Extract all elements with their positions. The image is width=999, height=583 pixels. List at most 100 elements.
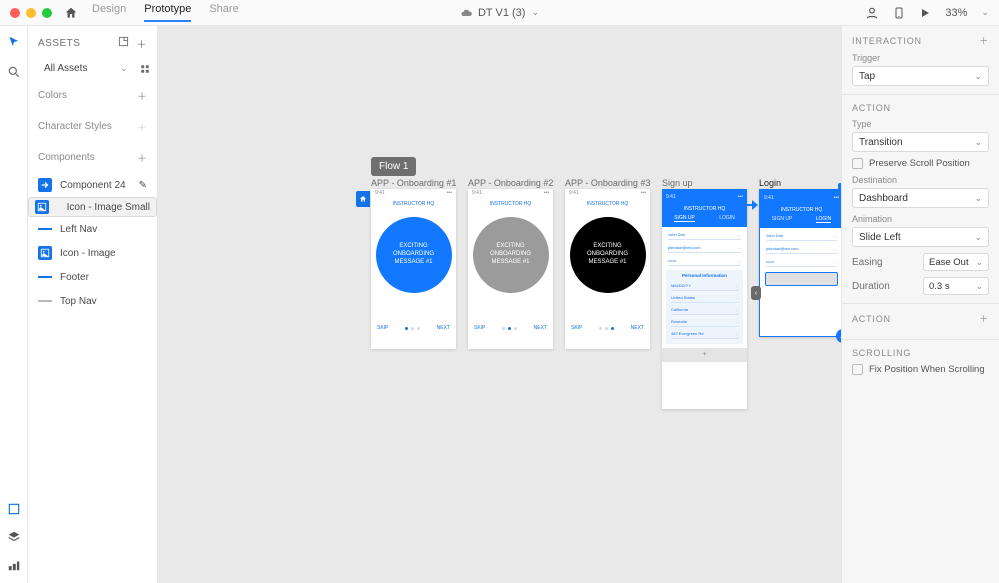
action-title: ACTION [852,103,989,113]
chevron-down-icon[interactable]: ⌄ [531,7,539,18]
artboard-onboarding-3[interactable]: 9:41••• INSTRUCTOR HQ EXCITING ONBOARDIN… [565,189,650,349]
component-label: Icon - Image Small [67,202,150,213]
animation-label: Animation [852,214,989,224]
page-dots [599,327,614,330]
colors-section[interactable]: Colors ＋ [28,80,157,111]
field-email: johndoe@dm.com— [766,244,837,254]
canvas[interactable]: Flow 1 APP - Onboarding #1 9:41••• INSTR… [158,26,841,583]
fix-position-checkbox[interactable]: Fix Position When Scrolling [852,364,989,375]
artboard-login[interactable]: ‹ › 9:41••• INSTRUCTOR HQ SIGN UPLOGIN J… [759,189,841,337]
chevron-down-icon[interactable]: ⌄ [981,7,989,18]
component-item[interactable]: Left Nav [28,217,157,241]
component-item[interactable]: Component 24 ✎ [28,173,157,197]
component-item[interactable]: Icon - Image [28,241,157,265]
home-icon[interactable] [64,6,78,20]
libraries-icon[interactable] [6,501,22,517]
tab-share[interactable]: Share [209,3,238,22]
wire-handle-icon[interactable]: → [836,329,841,343]
assets-search-input[interactable] [44,63,114,74]
document-title[interactable]: DT V1 (3) ⌄ [460,7,539,19]
charstyles-section[interactable]: Character Styles ＋ [28,111,157,142]
artboard-signup[interactable]: 9:41••• INSTRUCTOR HQ SIGN UPLOGIN John … [662,189,747,409]
component-item[interactable]: Top Nav [28,289,157,313]
edit-icon[interactable]: ✎ [139,180,147,191]
components-label: Components [38,152,95,163]
field-password: ••••••— [766,257,837,267]
layers-icon[interactable] [6,529,22,545]
interaction-title: INTERACTION [852,36,922,46]
scrolling-title: SCROLLING [852,348,989,358]
add-row-button: + [662,348,747,362]
device-preview-icon[interactable] [893,6,905,20]
auth-tabs: SIGN UPLOGIN [662,215,747,225]
component-item[interactable]: Icon - Image Small [28,197,157,217]
destination-label: Destination [852,175,989,185]
tool-rail [0,26,28,583]
login-button [766,273,837,285]
easing-select[interactable]: Ease Out⌄ [923,253,989,271]
charstyles-label: Character Styles [38,121,112,132]
type-label: Type [852,119,989,129]
flow-chip[interactable]: Flow 1 [371,157,416,176]
add-asset-icon[interactable]: ＋ [137,36,148,51]
destination-select[interactable]: Dashboard⌄ [852,188,989,208]
back-to-file-icon[interactable] [118,36,129,51]
scroll-handle-icon[interactable]: ‹ [751,286,761,300]
artboard-label[interactable]: APP - Onboarding #1 [371,178,456,188]
inspector-panel: INTERACTION＋ Trigger Tap⌄ ACTION Type Tr… [841,26,999,583]
skip-label: SKIP [377,325,388,331]
zoom-tool-icon[interactable] [6,64,22,80]
prototype-wire[interactable] [728,198,758,212]
line-icon [38,294,52,308]
artboard-onboarding-2[interactable]: 9:41••• INSTRUCTOR HQ EXCITING ONBOARDIN… [468,189,553,349]
home-artboard-badge[interactable] [356,191,370,207]
account-icon[interactable] [865,6,879,20]
component-label: Left Nav [60,224,97,235]
add-icon[interactable]: ＋ [137,119,147,134]
preserve-scroll-checkbox[interactable]: Preserve Scroll Position [852,158,989,169]
add-icon[interactable]: ＋ [137,150,147,165]
colors-label: Colors [38,90,67,101]
field-password: ••••••— [668,256,741,266]
duration-select[interactable]: 0.3 s⌄ [923,277,989,295]
line-icon [38,270,52,284]
status-bar: 9:41••• [565,189,650,199]
close-window-icon[interactable] [10,8,20,18]
type-select[interactable]: Transition⌄ [852,132,989,152]
component-item[interactable]: Footer [28,265,157,289]
assets-search[interactable]: ⌄ [28,57,157,80]
plugins-icon[interactable] [6,557,22,573]
artboard-label[interactable]: APP - Onboarding #3 [565,178,650,188]
animation-select[interactable]: Slide Left⌄ [852,227,989,247]
add-interaction-icon[interactable]: ＋ [979,34,989,47]
tab-design[interactable]: Design [92,3,126,22]
trigger-select[interactable]: Tap⌄ [852,66,989,86]
action-title-2: ACTION [852,314,891,324]
artboard-onboarding-1[interactable]: 9:41••• INSTRUCTOR HQ EXCITING ONBOARDIN… [371,189,456,349]
traffic-lights[interactable] [10,8,52,18]
onboarding-circle: EXCITING ONBOARDING MESSAGE #1 [570,217,646,293]
next-label: NEXT [631,325,644,331]
play-icon[interactable] [919,7,931,19]
grid-view-icon[interactable] [140,64,150,74]
wire-out-icon[interactable]: › [838,183,841,195]
artboard-label[interactable]: Login [759,178,781,188]
field-name: John Doe— [766,231,837,241]
chevron-down-icon[interactable]: ⌄ [120,63,128,74]
image-icon [38,246,52,260]
next-label: NEXT [437,325,450,331]
add-icon[interactable]: ＋ [137,88,147,103]
minimize-window-icon[interactable] [26,8,36,18]
artboard-label[interactable]: Sign up [662,178,693,188]
tab-prototype[interactable]: Prototype [144,3,191,22]
add-action-icon[interactable]: ＋ [979,312,989,325]
mode-tabs: Design Prototype Share [92,3,239,22]
document-name-label: DT V1 (3) [478,7,525,19]
zoom-level[interactable]: 33% [945,7,967,19]
select-tool-icon[interactable] [6,34,22,50]
cloud-icon [460,7,472,19]
artboard-label[interactable]: APP - Onboarding #2 [468,178,553,188]
components-section[interactable]: Components ＋ [28,142,157,173]
assets-panel: ASSETS ＋ ⌄ Colors＋ Character Styles＋ Com… [28,26,158,583]
maximize-window-icon[interactable] [42,8,52,18]
